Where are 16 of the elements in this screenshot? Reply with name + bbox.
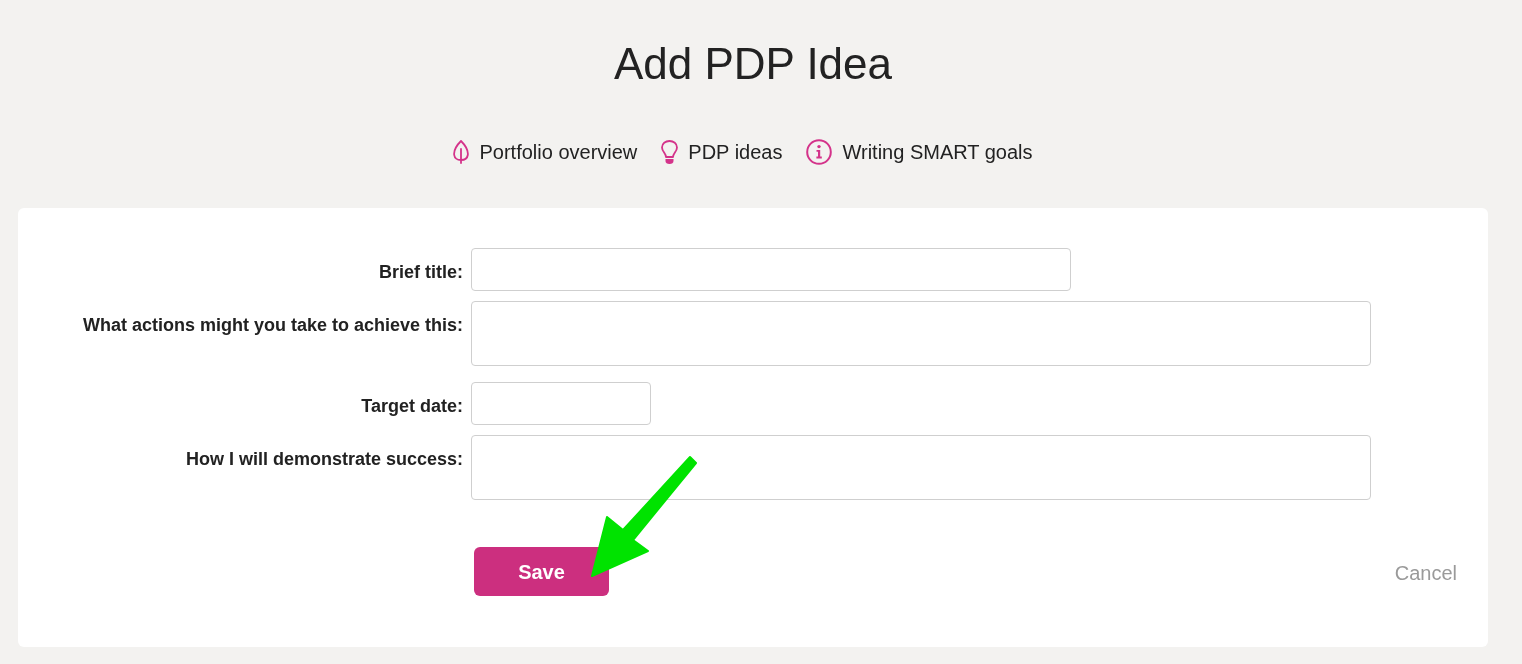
nav-link[interactable]: Writing SMART goals [806,138,1033,166]
field-label: Brief title: [379,261,464,284]
input-field[interactable] [471,248,1071,291]
date-field[interactable] [471,382,651,425]
field-label: How I will demonstrate success: [185,448,464,471]
nav-link[interactable]: PDP ideas [661,138,783,166]
text-area[interactable] [471,435,1371,500]
page-title: Add PDP Idea [613,38,893,90]
text-area[interactable] [471,301,1371,366]
field-label: Target date: [361,395,464,418]
leaf-icon [453,140,470,164]
info-icon [806,139,833,165]
field-label: What actions might you take to achieve this: [82,314,464,337]
lightbulb-icon [661,139,679,165]
nav-link[interactable]: Portfolio overview [453,138,638,166]
save-button[interactable]: Save [474,547,609,596]
